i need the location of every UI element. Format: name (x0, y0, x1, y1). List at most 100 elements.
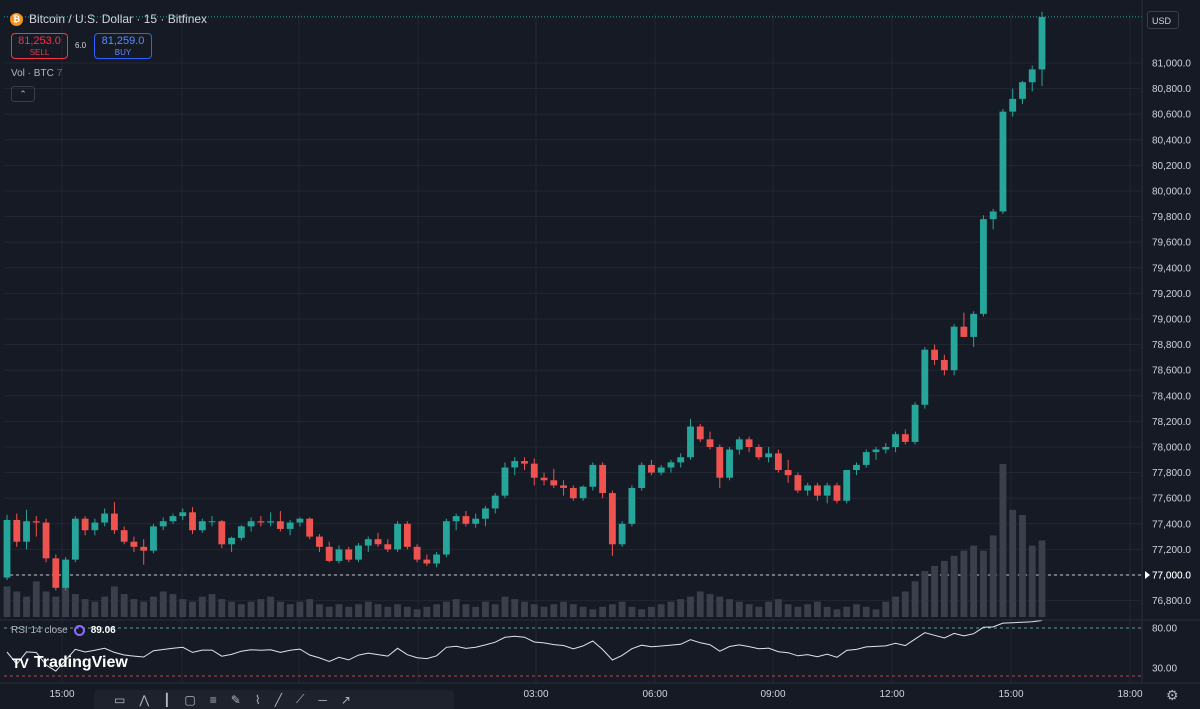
time-tick-label: 03:00 (523, 689, 548, 700)
candle-body (316, 536, 323, 547)
candle (560, 480, 567, 496)
candle (482, 505, 489, 527)
brush-tool-icon[interactable]: ✎ (231, 693, 241, 707)
candle (1038, 11, 1046, 87)
volume-bar (71, 594, 79, 617)
candle-body (774, 453, 782, 471)
candle-body (208, 521, 216, 523)
candle-body (501, 467, 509, 496)
candle (276, 511, 284, 532)
ray-tool-icon[interactable]: ⟋ (296, 692, 304, 707)
volume-bar (735, 601, 743, 617)
candle (306, 517, 314, 540)
candle-body (491, 495, 499, 509)
candle-body (999, 111, 1007, 212)
buy-price: 81,259.0 (101, 35, 145, 47)
tradingview-mark-icon: TV (12, 655, 29, 671)
candle-body (472, 518, 480, 524)
candle-tool-icon[interactable]: ┃ (163, 693, 170, 707)
candle (843, 470, 851, 504)
candle-body (345, 549, 353, 560)
candle (911, 402, 919, 445)
chart-canvas[interactable]: 80.00 30.00 81,000.0 80,800.0 80,600.0 80,40… (0, 0, 1200, 709)
volume-bar (755, 606, 763, 617)
volume-bar (862, 606, 870, 617)
candle-body (638, 464, 646, 488)
trend-line-tool-icon[interactable]: ╱ (275, 693, 282, 707)
candle (91, 518, 99, 536)
candle (423, 554, 431, 567)
frame-tool-icon[interactable]: ▢ (184, 693, 195, 707)
volume-bar (853, 604, 860, 617)
candle (23, 509, 30, 550)
volume-bar (374, 604, 382, 617)
candle (696, 423, 704, 442)
candle-body (940, 359, 948, 371)
candle (208, 516, 216, 527)
volume-bars (3, 464, 1046, 617)
candle-body (71, 518, 79, 560)
tradingview-logo[interactable]: TV TradingView (12, 654, 128, 672)
candle (169, 513, 177, 524)
volume-bar (970, 545, 978, 617)
candle-body (872, 449, 880, 453)
price-tick-label: 80,200.0 (1152, 161, 1191, 172)
candle-body (970, 313, 978, 337)
volume-bar (794, 606, 802, 617)
candle (1009, 88, 1017, 117)
lines-tool-icon[interactable]: ≡ (210, 693, 217, 707)
pattern-tool-icon[interactable]: ⋀ (139, 693, 149, 707)
volume-bar (23, 596, 30, 617)
volume-bar (814, 601, 821, 617)
volume-bar (745, 604, 753, 617)
volume-bar (120, 594, 128, 617)
collapse-legend-button[interactable]: ⌃ (11, 86, 35, 102)
volume-bar (296, 601, 304, 617)
volume-bar (677, 599, 685, 617)
sell-button[interactable]: 81,253.0 SELL (11, 33, 68, 59)
rsi-legend[interactable]: RSI 14 close 89.06 (11, 625, 116, 636)
candle-body (521, 461, 528, 464)
candle-body (696, 426, 704, 440)
candle-body (335, 549, 343, 561)
candle-body (52, 558, 60, 588)
volume-bar (569, 604, 577, 617)
symbol-title[interactable]: Bitcoin / U.S. Dollar · 15 · Bitfinex (29, 12, 207, 26)
volume-bar (657, 604, 665, 617)
candle-body (618, 523, 626, 545)
horizontal-line-tool-icon[interactable]: ─ (318, 693, 327, 707)
volume-bar (804, 604, 812, 617)
candle-body (91, 522, 99, 531)
candle (335, 545, 343, 564)
volume-legend[interactable]: Vol · BTC 7 (11, 68, 62, 79)
candle (921, 347, 929, 409)
candle-body (745, 439, 753, 447)
volume-bar (989, 535, 997, 617)
volume-label: Vol · BTC (11, 68, 54, 79)
candle (296, 517, 304, 527)
currency-selector[interactable]: USD (1147, 11, 1179, 29)
volume-bar (921, 571, 929, 617)
candle-body (735, 439, 743, 450)
rsi-label: RSI 14 close (11, 625, 68, 636)
candle (472, 513, 480, 528)
time-tick-label: 12:00 (879, 689, 904, 700)
path-tool-icon[interactable]: ⌇ (255, 693, 261, 707)
volume-bar (472, 606, 480, 617)
candle (706, 431, 714, 450)
rectangle-tool-icon[interactable]: ▭ (114, 693, 125, 707)
buy-button[interactable]: 81,259.0 BUY (94, 33, 152, 59)
candle-body (120, 530, 128, 542)
candle (501, 462, 509, 499)
volume-value: 7 (56, 68, 63, 79)
candle (433, 551, 441, 568)
arrow-tool-icon[interactable]: ↗ (341, 693, 351, 707)
volume-bar (316, 604, 323, 617)
candle-body (257, 521, 265, 523)
volume-bar (833, 609, 841, 617)
candle (901, 429, 909, 445)
candle-body (403, 523, 411, 547)
gear-icon[interactable]: ⚙ (1166, 687, 1179, 704)
candle (71, 516, 79, 563)
candle (550, 468, 558, 488)
